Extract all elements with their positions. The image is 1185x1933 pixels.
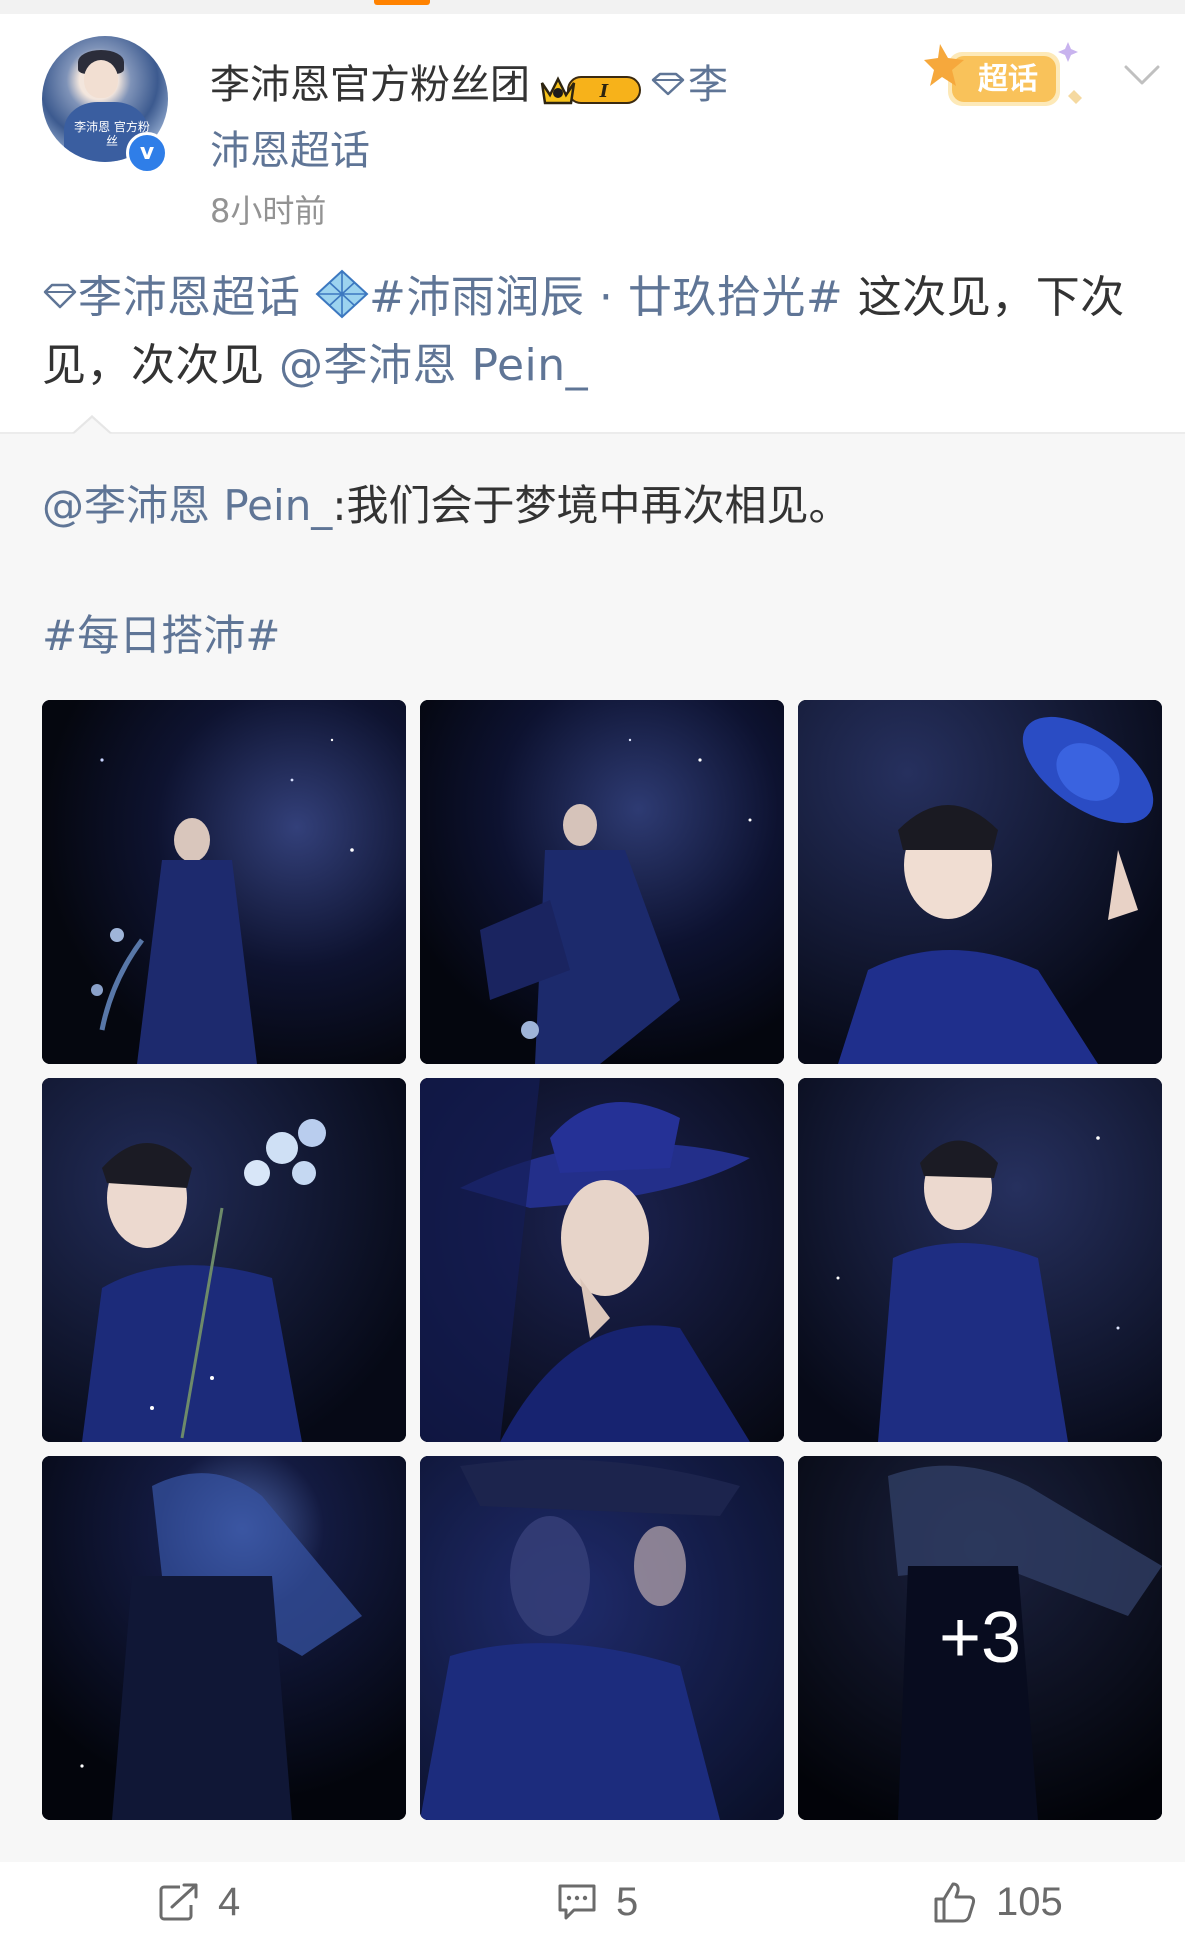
supertopic-badge[interactable]: 超话 (918, 36, 1088, 116)
like-button[interactable]: 105 (932, 1872, 1063, 1932)
repost-text: @李沛恩 Pein_:我们会于梦境中再次相见。 (42, 476, 1142, 536)
diamond-icon (43, 283, 77, 309)
topic-diamond-icon (315, 269, 369, 319)
repost-container[interactable]: @李沛恩 Pein_:我们会于梦境中再次相见。 #每日搭沛# +3 (0, 415, 1185, 1864)
thumbs-up-icon (934, 1882, 976, 1923)
share-icon (159, 1883, 198, 1921)
comment-button[interactable]: 5 (556, 1872, 638, 1932)
verified-badge-icon: v (126, 132, 168, 174)
photo-thumbnail-7[interactable] (42, 1456, 406, 1820)
post-hashtag[interactable]: #沛雨润辰 · 廿玖拾光# (369, 272, 843, 323)
repost-button[interactable]: 4 (158, 1872, 240, 1932)
post-header: 李沛恩 官方粉丝 v 李沛恩官方粉丝团 I 李 沛恩超话 8小时前 超话 李沛恩… (0, 14, 1185, 434)
photo-thumbnail-3[interactable] (798, 700, 1162, 1064)
supertopic-badge-label: 超话 (978, 62, 1038, 97)
author-name[interactable]: 李沛恩官方粉丝团 (210, 62, 530, 108)
post-author-line: 李沛恩官方粉丝团 I 李 沛恩超话 (210, 52, 820, 184)
more-images-count: +3 (938, 1598, 1022, 1678)
chevron-down-icon[interactable] (1122, 62, 1162, 88)
supertopic-link-part2[interactable]: 沛恩超话 (210, 128, 370, 174)
repost-body: :我们会于梦境中再次相见。 (332, 481, 851, 530)
avatar-face (84, 60, 118, 98)
post-mention[interactable]: @李沛恩 Pein_ (279, 340, 588, 391)
image-grid: +3 (42, 700, 1164, 1822)
repost-notch (74, 418, 110, 434)
fan-level-text: I (599, 81, 609, 102)
like-count: 105 (996, 1879, 1063, 1924)
post-timestamp: 8小时前 (210, 192, 327, 230)
action-bar: 4 5 105 (0, 1862, 1185, 1933)
photo-thumbnail-1[interactable] (42, 700, 406, 1064)
supertopic-link-part1[interactable]: 李 (688, 62, 728, 108)
repost-count: 4 (218, 1879, 241, 1924)
photo-thumbnail-2[interactable] (420, 700, 784, 1064)
scroll-indicator (374, 0, 430, 5)
photo-thumbnail-9[interactable]: +3 (798, 1456, 1162, 1820)
photo-thumbnail-6[interactable] (798, 1078, 1162, 1442)
photo-thumbnail-4[interactable] (42, 1078, 406, 1442)
photo-thumbnail-5[interactable] (420, 1078, 784, 1442)
top-separator (0, 0, 1185, 14)
photo-thumbnail-8[interactable] (420, 1456, 784, 1820)
post-body: 李沛恩超话 #沛雨润辰 · 廿玖拾光# 这次见，下次见，次次见 @李沛恩 Pei… (42, 264, 1142, 400)
comment-count: 5 (616, 1879, 639, 1924)
repost-hashtag[interactable]: #每日搭沛# (42, 606, 280, 666)
diamond-icon (651, 72, 685, 96)
supertopic-link[interactable]: 李沛恩超话 (78, 272, 301, 323)
fan-level-badge[interactable]: I (538, 63, 644, 105)
repost-mention[interactable]: @李沛恩 Pein_ (42, 481, 332, 530)
comment-icon (558, 1884, 596, 1920)
